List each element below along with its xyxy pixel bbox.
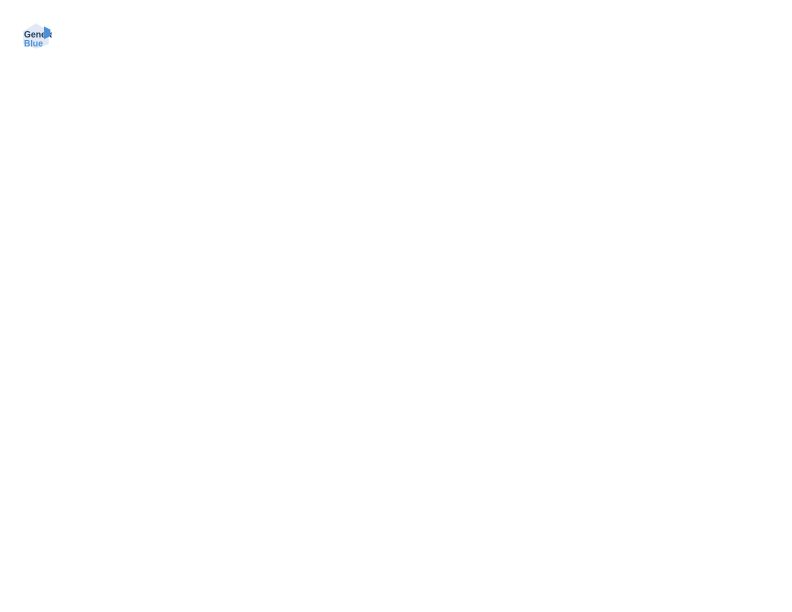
logo: General Blue [20,20,56,52]
svg-text:Blue: Blue [24,38,43,48]
logo-icon: General Blue [20,20,52,52]
page-header: General Blue [20,20,772,52]
